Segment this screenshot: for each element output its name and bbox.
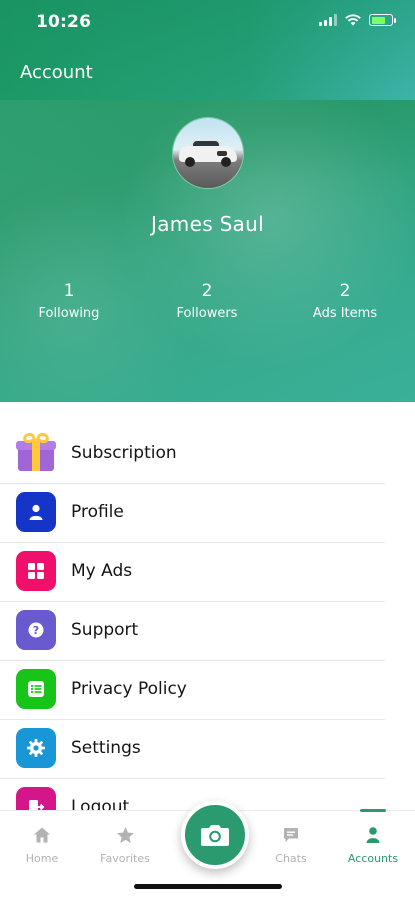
- gear-icon: [16, 728, 56, 768]
- battery-icon: [369, 14, 396, 26]
- menu-item-privacy-policy[interactable]: Privacy Policy: [0, 661, 385, 720]
- profile-header: 10:26 Account James Saul 1 Following 2 F…: [0, 0, 415, 402]
- status-icons: [319, 14, 396, 26]
- svg-text:?: ?: [33, 624, 39, 637]
- nav-chats[interactable]: Chats: [251, 825, 331, 865]
- stat-value: 2: [339, 281, 351, 301]
- menu-item-subscription[interactable]: Subscription: [0, 425, 385, 484]
- menu-item-label: Profile: [71, 502, 124, 522]
- menu-item-label: My Ads: [71, 561, 133, 581]
- status-bar: 10:26: [0, 0, 415, 46]
- help-icon: ?: [16, 610, 56, 650]
- gift-icon: [16, 431, 56, 473]
- menu-item-label: Subscription: [71, 443, 177, 463]
- home-indicator: [134, 884, 282, 889]
- list-icon: [16, 669, 56, 709]
- avatar[interactable]: [173, 118, 243, 188]
- header-overlay: [0, 0, 415, 402]
- wifi-icon: [345, 14, 361, 26]
- status-time: 10:26: [36, 12, 92, 32]
- star-icon: [85, 825, 165, 845]
- page-title: Account: [20, 62, 93, 83]
- nav-label: Chats: [275, 852, 307, 865]
- menu-item-my-ads[interactable]: My Ads: [0, 543, 385, 602]
- person-icon: [16, 492, 56, 532]
- home-icon: [2, 825, 82, 845]
- stat-value: 2: [201, 281, 213, 301]
- stat-label: Followers: [176, 306, 238, 321]
- camera-icon: [201, 825, 229, 846]
- stat-value: 1: [63, 281, 75, 301]
- nav-label: Home: [25, 852, 59, 865]
- nav-label: Accounts: [347, 852, 399, 865]
- person-icon: [333, 825, 413, 845]
- stat-followers[interactable]: 2 Followers: [147, 280, 267, 324]
- stat-label: Ads Items: [312, 306, 378, 321]
- stat-ads-items[interactable]: 2 Ads Items: [285, 280, 405, 324]
- menu-item-settings[interactable]: Settings: [0, 720, 385, 779]
- chat-icon: [251, 825, 331, 845]
- nav-favorites[interactable]: Favorites: [85, 825, 165, 865]
- nav-label: Favorites: [100, 852, 150, 865]
- nav-accounts[interactable]: Accounts: [333, 825, 413, 865]
- camera-post-button[interactable]: [181, 801, 249, 869]
- stat-label: Following: [38, 306, 100, 321]
- grid-icon: [16, 551, 56, 591]
- menu-item-label: Privacy Policy: [71, 679, 187, 699]
- nav-home[interactable]: Home: [2, 825, 82, 865]
- signal-icon: [319, 14, 337, 26]
- user-name: James Saul: [151, 212, 264, 236]
- menu-item-profile[interactable]: Profile: [0, 484, 385, 543]
- menu-item-support[interactable]: ? Support: [0, 602, 385, 661]
- menu-item-label: Support: [71, 620, 139, 640]
- active-tab-indicator: [360, 809, 386, 812]
- stat-following[interactable]: 1 Following: [9, 280, 129, 324]
- menu-item-label: Settings: [71, 738, 141, 758]
